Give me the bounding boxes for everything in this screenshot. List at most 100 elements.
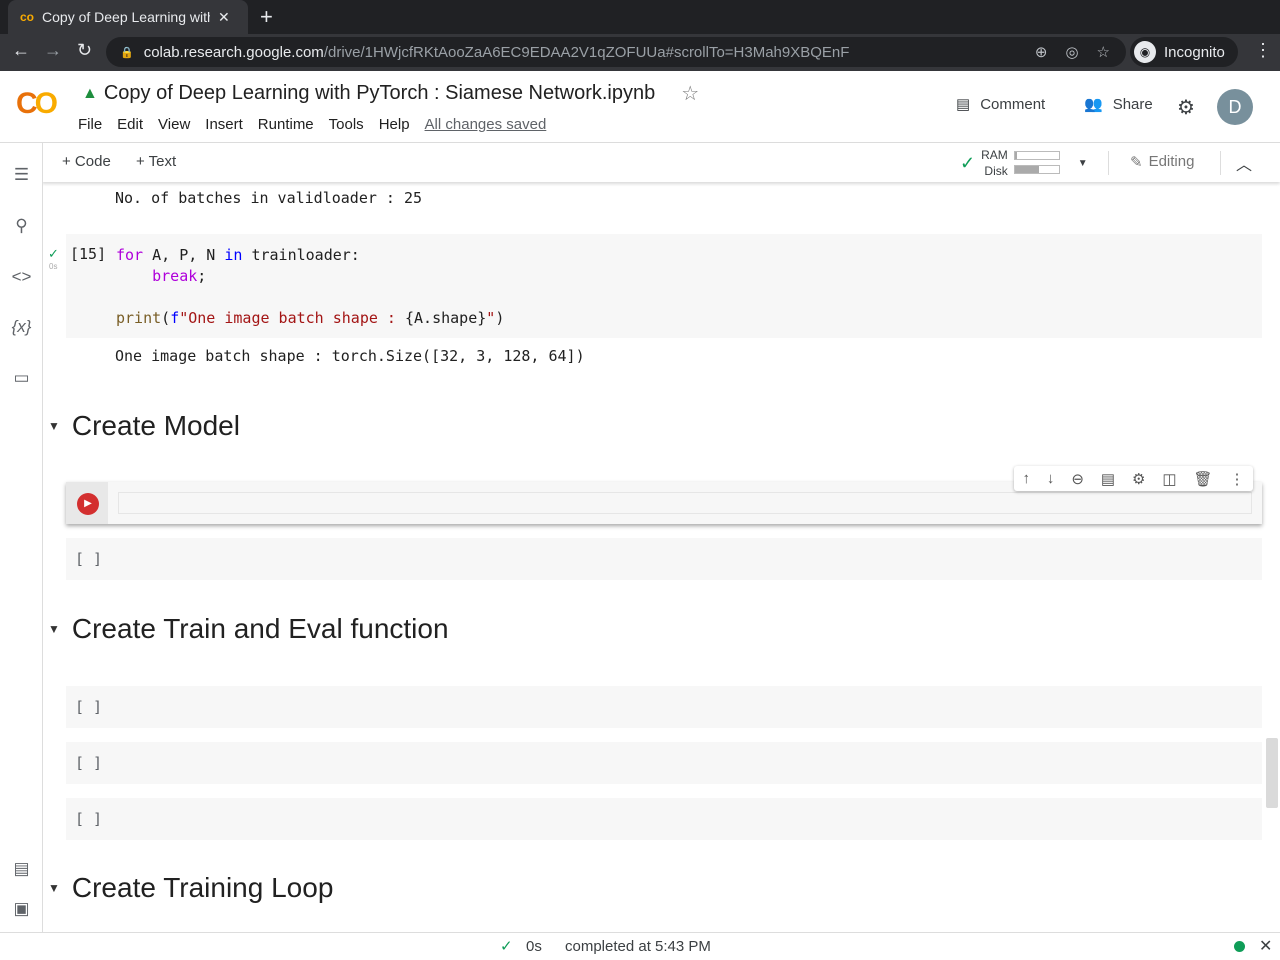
incognito-label: Incognito <box>1164 43 1225 61</box>
code-cell[interactable]: [ ] <box>66 538 1262 580</box>
menu-help[interactable]: Help <box>379 116 410 133</box>
colab-header: CO ▲ Copy of Deep Learning with PyTorch :… <box>0 71 1280 143</box>
disk-label: Disk <box>984 164 1008 178</box>
toc-icon[interactable]: ☰ <box>0 165 43 185</box>
execution-count: [ ] <box>75 754 103 772</box>
drive-icon[interactable]: ▲ <box>82 85 98 103</box>
back-icon[interactable]: ← <box>12 40 30 61</box>
code-cell[interactable]: [ ] <box>66 798 1262 840</box>
move-up-icon[interactable]: ↑ <box>1022 470 1030 487</box>
menu-bar: File Edit View Insert Runtime Tools Help… <box>78 116 546 133</box>
left-sidebar: ☰ ⚲ <> {x} ▭ ▤ ▣ <box>0 143 43 932</box>
collapse-caret-icon[interactable]: ▼ <box>48 622 60 636</box>
menu-insert[interactable]: Insert <box>205 116 243 133</box>
status-time: 0s <box>526 938 542 955</box>
terminal-icon[interactable]: ▣ <box>0 899 43 919</box>
code-editor[interactable]: for A, P, N in trainloader: break; print… <box>116 245 504 329</box>
ram-bar-fill <box>1014 152 1017 159</box>
resources-indicator[interactable]: ✓ RAM Disk ▼ <box>960 147 1088 179</box>
pencil-icon: ✎ <box>1130 154 1143 171</box>
url-host: colab.research.google.com <box>143 43 324 61</box>
output-text: No. of batches in validloader : 25 <box>115 189 423 207</box>
reload-icon[interactable]: ↻ <box>77 40 92 61</box>
menu-edit[interactable]: Edit <box>117 116 143 133</box>
delete-trash-icon[interactable]: 🗑 <box>1194 470 1213 488</box>
browser-toolbar: ← → ↻ 🔒 colab.research.google.com/drive/… <box>0 34 1280 71</box>
code-editor[interactable] <box>118 492 1252 514</box>
mirror-cell-icon[interactable]: ◫ <box>1162 470 1176 488</box>
forward-icon[interactable]: → <box>44 40 62 61</box>
notebook-title[interactable]: Copy of Deep Learning with PyTorch : Sia… <box>104 82 655 105</box>
share-button[interactable]: 👥 Share <box>1084 95 1153 114</box>
comment-button[interactable]: ▤ Comment <box>956 95 1046 114</box>
cell-exec-time: 0s <box>49 262 58 271</box>
heading-text: Create Train and Eval function <box>71 613 449 644</box>
incognito-icon: ◉ <box>1134 41 1156 63</box>
status-check-icon: ✓ <box>500 938 513 955</box>
menu-view[interactable]: View <box>158 116 190 133</box>
tab-title: Copy of Deep Learning with PyTorch : Sia… <box>42 9 210 25</box>
address-bar[interactable]: 🔒 colab.research.google.com/drive/1HWjcf… <box>106 37 1126 67</box>
incognito-badge[interactable]: ◉ Incognito <box>1130 37 1238 67</box>
add-code-button[interactable]: + Code <box>62 153 111 170</box>
bookmark-star-icon[interactable]: ☆ <box>1097 43 1110 61</box>
dropdown-icon[interactable]: ▼ <box>1078 158 1088 169</box>
add-text-button[interactable]: + Text <box>136 153 176 170</box>
editing-mode-button[interactable]: ✎ Editing <box>1130 153 1194 171</box>
editing-label: Editing <box>1148 153 1195 170</box>
lock-icon: 🔒 <box>120 46 134 59</box>
avatar[interactable]: D <box>1217 89 1253 125</box>
scrollbar-thumb[interactable] <box>1266 738 1278 808</box>
cell-output: One image batch shape : torch.Size([32, … <box>115 347 585 365</box>
files-folder-icon[interactable]: ▭ <box>0 368 43 388</box>
new-tab-icon[interactable]: + <box>260 4 273 30</box>
save-status-link[interactable]: All changes saved <box>425 116 547 133</box>
execution-count: [ ] <box>75 550 103 568</box>
link-icon[interactable]: ⊖ <box>1071 470 1084 488</box>
code-cell[interactable]: [ ] <box>66 742 1262 784</box>
execution-count: [15] <box>70 245 107 263</box>
heading-text: Create Model <box>71 410 240 441</box>
comment-icon: ▤ <box>956 96 971 113</box>
close-status-icon[interactable]: ✕ <box>1259 936 1272 956</box>
menu-runtime[interactable]: Runtime <box>258 116 314 133</box>
star-icon[interactable]: ☆ <box>681 81 699 106</box>
move-down-icon[interactable]: ↓ <box>1047 470 1055 487</box>
code-cell[interactable]: [ ] <box>66 686 1262 728</box>
cell-success-check-icon: ✓ <box>48 246 59 261</box>
execution-count: [ ] <box>75 810 103 828</box>
menu-file[interactable]: File <box>78 116 102 133</box>
search-icon[interactable]: ⚲ <box>0 216 43 236</box>
collapse-caret-icon[interactable]: ▼ <box>48 881 60 895</box>
zoom-icon[interactable]: ⊕ <box>1035 43 1048 61</box>
notebook-toolbar: + Code + Text ✓ RAM Disk ▼ ✎ Editing ︿ <box>42 143 1280 182</box>
settings-gear-icon[interactable]: ⚙ <box>1132 470 1145 488</box>
command-palette-icon[interactable]: ▤ <box>0 859 43 879</box>
url-path: /drive/1HWjcfRKtAooZaA6EC9EDAA2V1qZOFUUa… <box>323 43 850 61</box>
comment-label: Comment <box>980 95 1046 113</box>
tracking-eye-icon[interactable]: ◎ <box>1065 43 1078 61</box>
colab-logo[interactable]: CO <box>16 87 58 121</box>
close-tab-icon[interactable]: ✕ <box>218 9 230 26</box>
comment-icon[interactable]: ▤ <box>1101 470 1115 488</box>
section-heading: ▼ Create Train and Eval function <box>48 613 449 645</box>
run-cell-button[interactable]: ▶ <box>77 493 99 515</box>
variables-icon[interactable]: {x} <box>0 317 43 337</box>
disk-bar <box>1013 165 1060 174</box>
browser-menu-icon[interactable]: ⋮ <box>1254 40 1272 61</box>
ram-bar <box>1013 151 1060 160</box>
connection-status-dot <box>1234 941 1245 952</box>
status-text: completed at 5:43 PM <box>565 938 711 955</box>
section-heading: ▼ Create Training Loop <box>48 872 333 904</box>
collapse-chevron-icon[interactable]: ︿ <box>1236 151 1252 175</box>
execution-count: [ ] <box>75 698 103 716</box>
people-icon: 👥 <box>1084 96 1103 113</box>
more-menu-icon[interactable]: ⋮ <box>1229 470 1244 488</box>
collapse-caret-icon[interactable]: ▼ <box>48 419 60 433</box>
settings-gear-icon[interactable]: ⚙ <box>1177 95 1195 120</box>
code-cell[interactable]: [15] for A, P, N in trainloader: break; … <box>66 234 1262 338</box>
browser-tab[interactable]: co Copy of Deep Learning with PyTorch : … <box>8 0 248 34</box>
code-snippets-icon[interactable]: <> <box>0 267 43 287</box>
menu-tools[interactable]: Tools <box>329 116 364 133</box>
share-label: Share <box>1112 95 1153 113</box>
